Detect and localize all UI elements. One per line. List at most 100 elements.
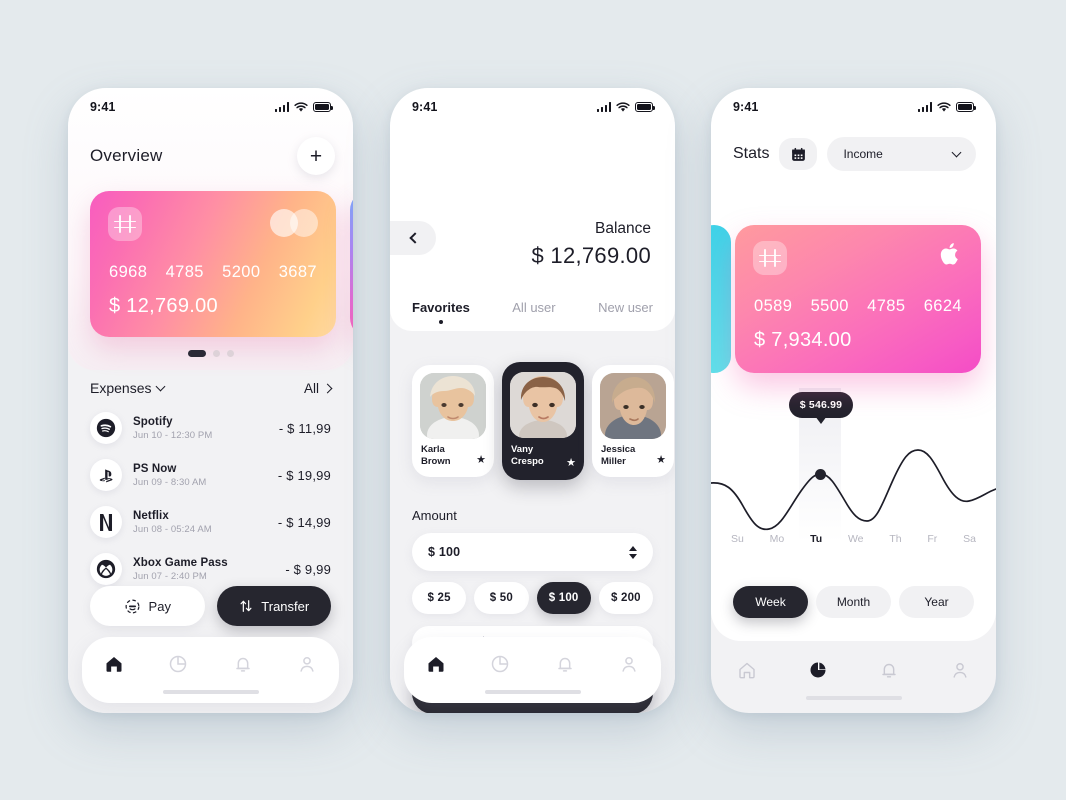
tab-notifications[interactable] — [548, 647, 582, 681]
star-icon[interactable]: ★ — [476, 453, 486, 466]
preset-25-button[interactable]: $ 25 — [412, 582, 467, 614]
signal-bars-icon — [917, 102, 932, 112]
star-icon[interactable]: ★ — [566, 456, 576, 469]
tab-new-user[interactable]: New user — [598, 300, 653, 324]
contact-name: Jessica Miller — [601, 444, 635, 468]
bank-card-next[interactable] — [350, 191, 353, 337]
status-icons — [274, 101, 334, 113]
bank-card-previous[interactable] — [711, 225, 731, 373]
favorites-carousel[interactable]: Karla Brown ★ Vany Crespo ★ Jessica Mill… — [390, 362, 675, 480]
preset-100-button[interactable]: $ 100 — [536, 582, 591, 614]
tab-profile[interactable] — [943, 653, 977, 687]
chevron-right-icon — [322, 383, 333, 393]
tab-profile[interactable] — [612, 647, 646, 681]
contact-first-name: Vany — [511, 443, 534, 455]
status-time: 9:41 — [733, 100, 759, 114]
card-number-part: 4785 — [867, 297, 906, 315]
contact-last-name: Brown — [421, 455, 451, 467]
wifi-icon — [294, 101, 308, 112]
card-chip-icon — [108, 207, 142, 241]
pay-button[interactable]: Pay — [90, 586, 205, 626]
amount-input[interactable]: $ 100 — [412, 533, 653, 571]
expense-name: Netflix — [133, 509, 169, 522]
table-row[interactable]: Spotify Jun 10 - 12:30 PM - $ 11,99 — [90, 408, 331, 448]
axis-tick: Su — [731, 533, 744, 545]
tab-favorites[interactable]: Favorites — [412, 300, 470, 324]
expense-date: Jun 09 - 8:30 AM — [133, 476, 207, 488]
amount-label: Amount — [412, 508, 457, 523]
list-item[interactable]: Karla Brown ★ — [412, 365, 494, 477]
back-button[interactable] — [390, 221, 436, 255]
stats-chart: $ 546.99 Su Mo Tu We Th Fr Sa — [711, 388, 996, 588]
pager-dot[interactable] — [212, 350, 220, 357]
expense-info: Spotify Jun 10 - 12:30 PM — [122, 416, 279, 441]
tab-home[interactable] — [730, 653, 764, 687]
amount-value: $ 100 — [428, 545, 461, 559]
add-card-button[interactable]: + — [297, 137, 335, 175]
card-carousel[interactable]: 6968 4785 5200 3687 $ 12,769.00 — [68, 191, 353, 337]
bank-card-primary[interactable]: 0589 5500 4785 6624 $ 7,934.00 — [735, 225, 981, 373]
battery-icon — [313, 102, 334, 112]
amount-presets: $ 25 $ 50 $ 100 $ 200 — [412, 582, 653, 614]
list-item[interactable]: Jessica Miller ★ — [592, 365, 674, 477]
table-row[interactable]: Netflix Jun 08 - 05:24 AM - $ 14,99 — [90, 502, 331, 542]
star-icon[interactable]: ★ — [656, 453, 666, 466]
period-week-button[interactable]: Week — [733, 586, 808, 618]
tab-stats[interactable] — [161, 647, 195, 681]
tab-notifications[interactable] — [872, 653, 906, 687]
transfer-button[interactable]: Transfer — [216, 586, 331, 626]
status-icons — [596, 101, 656, 113]
up-down-arrows-icon — [240, 600, 252, 612]
bottom-tab-bar — [82, 637, 339, 703]
period-month-button[interactable]: Month — [816, 586, 891, 618]
calendar-icon — [792, 147, 805, 161]
expenses-filter[interactable]: Expenses — [90, 380, 166, 396]
canvas: 9:41 Overview + 6968 4785 5200 3687 $ 12… — [0, 0, 1066, 800]
home-indicator — [484, 689, 581, 694]
signal-bars-icon — [596, 102, 611, 112]
tab-home[interactable] — [97, 647, 131, 681]
preset-200-button[interactable]: $ 200 — [598, 582, 653, 614]
tab-stats[interactable] — [801, 653, 835, 687]
expenses-see-all-button[interactable]: All — [304, 381, 333, 396]
table-row[interactable]: PS Now Jun 09 - 8:30 AM - $ 19,99 — [90, 455, 331, 495]
tab-notifications[interactable] — [226, 647, 260, 681]
expense-amount: - $ 19,99 — [277, 467, 331, 483]
home-indicator — [162, 689, 259, 694]
preset-50-button[interactable]: $ 50 — [474, 582, 529, 614]
tab-stats[interactable] — [483, 647, 517, 681]
tab-profile[interactable] — [290, 647, 324, 681]
period-year-button[interactable]: Year — [899, 586, 974, 618]
page-title: Overview — [90, 146, 163, 165]
income-filter-select[interactable]: Income — [827, 137, 976, 171]
playstation-icon — [90, 459, 122, 491]
chevron-down-icon — [951, 147, 962, 158]
tab-home[interactable] — [419, 647, 453, 681]
axis-tick: Th — [889, 533, 902, 545]
expense-amount: - $ 11,99 — [278, 420, 331, 436]
card-number-part: 5200 — [222, 263, 261, 281]
balance-label: Balance — [594, 220, 651, 237]
carousel-pager[interactable] — [68, 350, 353, 357]
axis-tick-active: Tu — [810, 533, 823, 545]
expense-name: PS Now — [133, 462, 177, 475]
card-number-group: 6968 4785 5200 3687 — [109, 263, 317, 282]
stats-card-carousel[interactable]: 0589 5500 4785 6624 $ 7,934.00 — [711, 225, 996, 373]
phone-overview: 9:41 Overview + 6968 4785 5200 3687 $ 12… — [68, 88, 353, 713]
pager-dot-active[interactable] — [187, 350, 206, 357]
chart-data-point[interactable] — [815, 469, 826, 480]
status-icons — [917, 101, 977, 113]
chevron-left-icon — [408, 232, 421, 244]
status-bar: 9:41 — [68, 88, 353, 126]
chart-tooltip: $ 546.99 — [789, 392, 853, 418]
stepper-arrows-icon[interactable] — [629, 545, 637, 559]
tab-all-user[interactable]: All user — [512, 300, 555, 324]
expense-info: Netflix Jun 08 - 05:24 AM — [122, 510, 278, 535]
bank-card-primary[interactable]: 6968 4785 5200 3687 $ 12,769.00 — [90, 191, 336, 337]
calendar-button[interactable] — [779, 138, 818, 170]
contact-name: Karla Brown — [421, 444, 451, 468]
list-item[interactable]: Vany Crespo ★ — [502, 362, 584, 480]
wifi-icon — [616, 101, 630, 112]
table-row[interactable]: Xbox Game Pass Jun 07 - 2:40 PM - $ 9,99 — [90, 549, 331, 589]
pager-dot[interactable] — [226, 350, 234, 357]
